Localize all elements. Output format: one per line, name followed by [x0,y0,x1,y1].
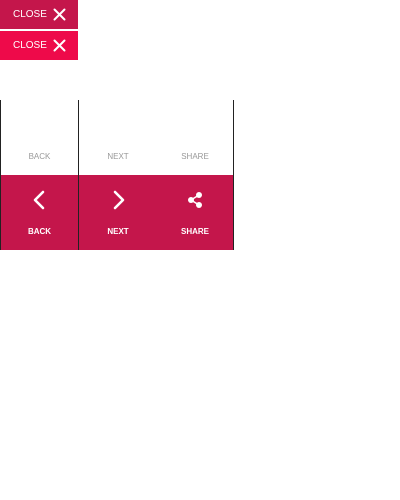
back-label: BACK [27,227,52,236]
share-button[interactable]: SHARE [157,175,233,250]
back-button[interactable]: BACK [1,175,78,250]
nav-row-with-icons: BACK NEXT SHARE [1,175,233,250]
close-icon [53,39,66,52]
column-divider [78,100,79,250]
next-button[interactable]: NEXT [79,175,157,250]
chevron-left-icon [33,190,44,210]
close-button[interactable]: CLOSE [0,0,78,29]
next-label: NEXT [107,152,129,161]
share-button-text[interactable]: SHARE [157,100,233,175]
close-icon [53,8,66,21]
page: CLOSE CLOSE BACK NEXT SHARE BACK NEXT SH… [0,0,400,500]
close-button-label: CLOSE [13,8,47,20]
next-label: NEXT [107,227,129,236]
chevron-right-icon [113,190,125,210]
share-icon [188,192,202,208]
nav-panel: BACK NEXT SHARE BACK NEXT SHARE [0,100,234,250]
next-button-text[interactable]: NEXT [79,100,157,175]
nav-row-text-only: BACK NEXT SHARE [1,100,233,175]
close-button-label: CLOSE [13,39,47,51]
back-label: BACK [28,152,51,161]
share-label: SHARE [181,152,209,161]
share-label: SHARE [180,227,209,236]
back-button-text[interactable]: BACK [1,100,78,175]
close-button-hover[interactable]: CLOSE [0,31,78,60]
